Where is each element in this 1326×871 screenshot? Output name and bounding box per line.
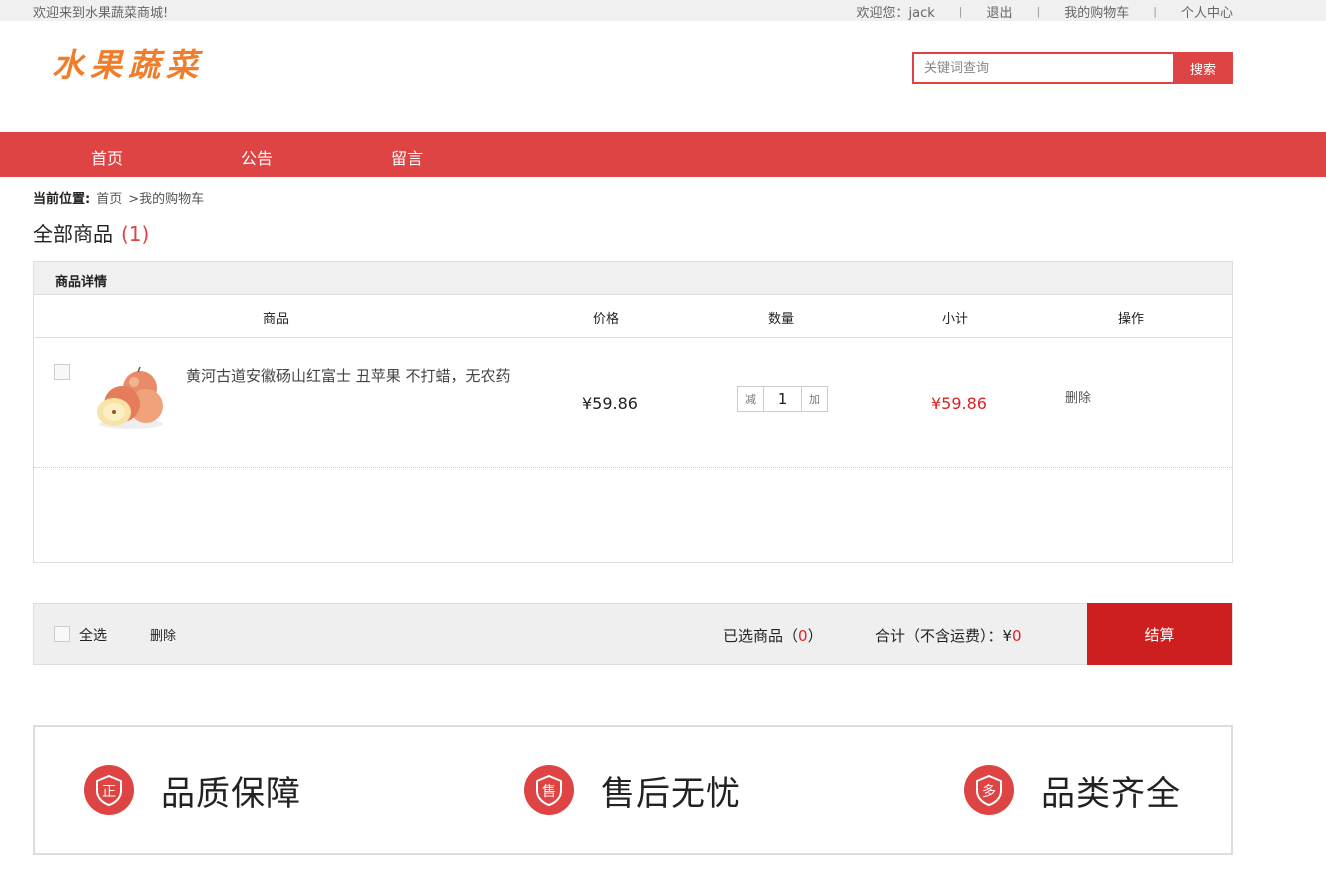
- guarantee-quality: 正 品质保障: [84, 765, 301, 815]
- decrease-button[interactable]: 减: [738, 387, 763, 411]
- top-bar: 欢迎来到水果蔬菜商城! 欢迎您：jack | 退出 | 我的购物车 | 个人中心: [0, 0, 1326, 21]
- top-links: 欢迎您：jack | 退出 | 我的购物车 | 个人中心: [857, 2, 1233, 21]
- quantity-value[interactable]: 1: [763, 387, 802, 411]
- table-row: 黄河古道安徽砀山红富士 丑苹果 不打蜡，无农药 ¥59.86 减 1 加 ¥59…: [34, 339, 1232, 468]
- guarantee-aftersales: 售 售后无忧: [524, 765, 741, 815]
- checkout-button[interactable]: 结算: [1087, 603, 1232, 665]
- apple-product-image[interactable]: [94, 366, 168, 430]
- delete-selected-link[interactable]: 删除: [150, 625, 176, 644]
- column-header-quantity: 数量: [768, 312, 795, 327]
- product-price: ¥59.86: [582, 394, 638, 413]
- profile-link[interactable]: 个人中心: [1181, 2, 1233, 21]
- breadcrumb-current: >我的购物车: [128, 192, 205, 207]
- nav-item-notice[interactable]: 公告: [241, 145, 273, 169]
- selected-count: 已选商品（0）: [723, 625, 823, 646]
- breadcrumb-label: 当前位置:: [33, 192, 91, 207]
- select-all-checkbox[interactable]: [54, 626, 70, 642]
- selected-label: 已选商品（: [723, 627, 799, 645]
- user-greeting: 欢迎您：jack: [856, 6, 935, 21]
- separator: |: [958, 5, 963, 18]
- cart-summary-bar: 全选 删除 已选商品（0） 合计（不含运费）：¥0 结算: [33, 603, 1233, 665]
- select-all-label[interactable]: 全选: [79, 625, 107, 645]
- main-nav: 首页 公告 留言: [0, 132, 1326, 177]
- column-header-subtotal: 小计: [942, 312, 969, 327]
- column-header-action: 操作: [1118, 312, 1145, 327]
- total-amount: 合计（不含运费）：¥0: [875, 625, 1022, 646]
- selected-close: ）: [807, 627, 823, 645]
- breadcrumb: 当前位置: 首页 >我的购物车: [33, 188, 204, 207]
- duo-badge-icon: 多: [964, 765, 1014, 815]
- service-guarantees: 正 品质保障 售 售后无忧 多 品类齐全: [33, 725, 1233, 855]
- increase-button[interactable]: 加: [802, 387, 827, 411]
- my-cart-link[interactable]: 我的购物车: [1064, 2, 1129, 21]
- page-title: 全部商品 (1): [33, 218, 149, 247]
- column-header-product: 商品: [263, 312, 290, 327]
- selected-count-value: 0: [798, 627, 808, 645]
- item-count: (1): [121, 222, 150, 246]
- nav-item-message[interactable]: 留言: [391, 145, 423, 169]
- search-button[interactable]: 搜索: [1173, 52, 1233, 84]
- quantity-stepper: 减 1 加: [737, 386, 828, 412]
- svg-text:售: 售: [542, 784, 556, 800]
- section-header: 商品详情: [34, 262, 1232, 295]
- item-subtotal: ¥59.86: [931, 394, 987, 413]
- table-header: 商品 价格 数量 小计 操作: [34, 295, 1232, 338]
- zheng-badge-icon: 正: [84, 765, 134, 815]
- shou-badge-icon: 售: [524, 765, 574, 815]
- breadcrumb-home-link[interactable]: 首页: [96, 192, 122, 207]
- cart-table: 商品详情 商品 价格 数量 小计 操作 黄河古道安徽砀山红富士 丑苹果 不打蜡，…: [33, 261, 1233, 563]
- total-value: 0: [1012, 627, 1022, 645]
- item-checkbox[interactable]: [54, 364, 70, 380]
- separator: |: [1153, 5, 1157, 18]
- svg-text:正: 正: [102, 784, 116, 800]
- guarantee-label: 售后无忧: [601, 773, 741, 814]
- page-title-text: 全部商品: [33, 222, 113, 246]
- site-logo[interactable]: 水果蔬菜: [52, 40, 204, 86]
- search-box: 搜索: [912, 52, 1233, 84]
- total-label: 合计（不含运费）：¥: [875, 627, 1013, 645]
- separator: |: [1036, 5, 1041, 18]
- product-name[interactable]: 黄河古道安徽砀山红富士 丑苹果 不打蜡，无农药: [186, 365, 526, 387]
- guarantee-variety: 多 品类齐全: [964, 765, 1181, 815]
- guarantee-label: 品质保障: [161, 773, 301, 814]
- nav-item-home[interactable]: 首页: [91, 145, 123, 169]
- logout-link[interactable]: 退出: [987, 2, 1013, 21]
- guarantee-label: 品类齐全: [1041, 773, 1181, 814]
- column-header-price: 价格: [593, 312, 620, 327]
- svg-text:多: 多: [982, 783, 996, 800]
- search-input[interactable]: [912, 52, 1173, 84]
- delete-item-link[interactable]: 删除: [1065, 387, 1091, 406]
- welcome-text: 欢迎来到水果蔬菜商城!: [33, 6, 169, 21]
